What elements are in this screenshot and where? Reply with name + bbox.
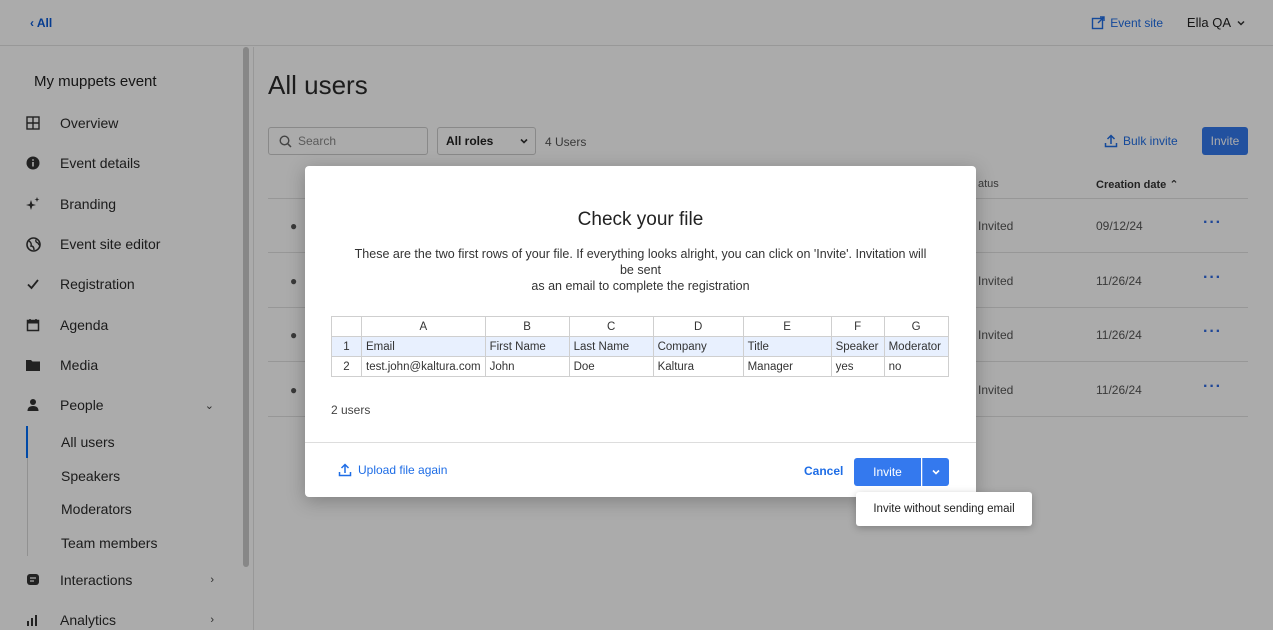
table-cell: John [484, 356, 570, 377]
invite-without-email-option[interactable]: Invite without sending email [856, 492, 1032, 526]
row-number: 2 [331, 356, 362, 377]
row-number: 1 [331, 336, 362, 357]
table-cell: First Name [484, 336, 570, 357]
description-line-2: be sent [619, 263, 661, 277]
table-cell: Last Name [568, 336, 654, 357]
table-cell: test.john@kaltura.com [361, 356, 486, 377]
check-file-dialog: Check your file These are the two first … [305, 166, 976, 497]
file-users-count: 2 users [331, 403, 371, 417]
invite-options-toggle[interactable] [922, 458, 949, 486]
chevron-down-icon [932, 469, 940, 475]
upload-icon [338, 463, 352, 477]
table-cell: Doe [568, 356, 654, 377]
dialog-footer-divider [305, 442, 976, 443]
corner-cell [331, 316, 362, 337]
table-cell: Kaltura [652, 356, 744, 377]
table-cell: yes [830, 356, 885, 377]
column-letter: E [742, 316, 832, 337]
dialog-description: These are the two first rows of your fil… [330, 246, 951, 294]
dialog-title: Check your file [577, 209, 704, 230]
table-cell: Manager [742, 356, 832, 377]
column-letter: B [484, 316, 570, 337]
table-cell: Speaker [830, 336, 885, 357]
invite-button[interactable]: Invite [854, 458, 921, 486]
table-cell: Company [652, 336, 744, 357]
table-cell: no [883, 356, 949, 377]
column-letters-row: A B C D E F G [331, 316, 949, 337]
table-cell: Moderator [883, 336, 949, 357]
cancel-button[interactable]: Cancel [804, 464, 843, 478]
column-letter: G [883, 316, 949, 337]
column-letter: A [361, 316, 486, 337]
column-letter: F [830, 316, 885, 337]
table-row: 1 Email First Name Last Name Company Tit… [331, 336, 949, 357]
table-cell: Title [742, 336, 832, 357]
upload-file-again-button[interactable]: Upload file again [338, 463, 447, 477]
description-line-1: These are the two first rows of your fil… [354, 247, 927, 261]
description-line-3: as an email to complete the registration [531, 279, 750, 293]
file-preview-table: A B C D E F G 1 Email First Name Last Na… [331, 316, 949, 377]
column-letter: C [568, 316, 654, 337]
upload-file-again-label: Upload file again [358, 463, 448, 477]
table-cell: Email [361, 336, 486, 357]
column-letter: D [652, 316, 744, 337]
table-row: 2 test.john@kaltura.com John Doe Kaltura… [331, 356, 949, 377]
